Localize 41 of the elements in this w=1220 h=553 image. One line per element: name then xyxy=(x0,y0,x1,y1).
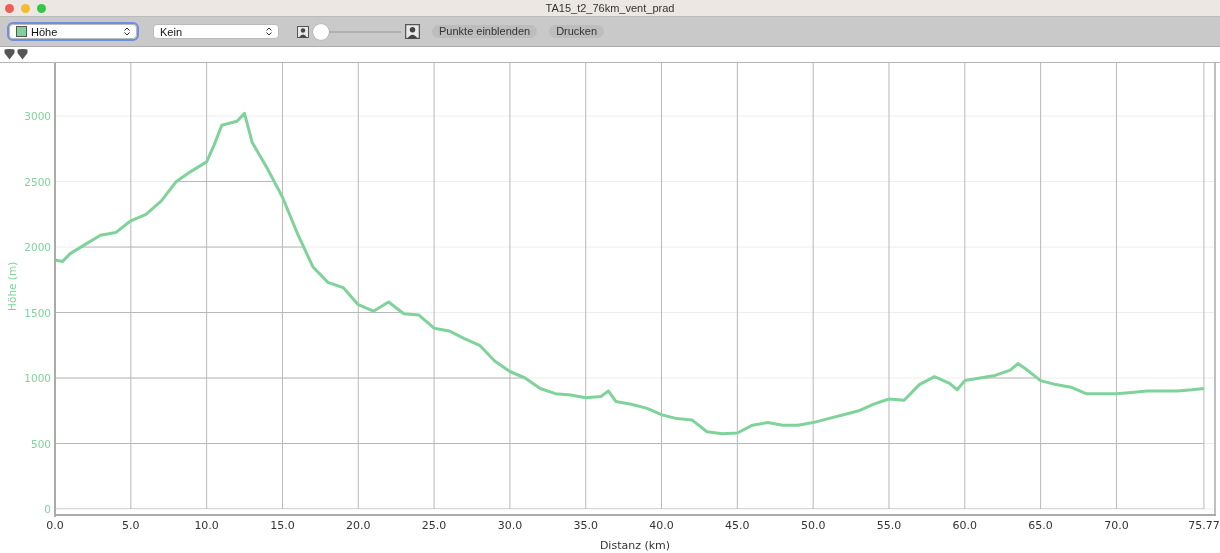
x-tick-label: 5.0 xyxy=(122,519,140,532)
x-axis-title: Distanz (km) xyxy=(599,539,671,552)
x-tick-label: 35.0 xyxy=(573,519,598,532)
person-icon xyxy=(405,24,420,39)
x-tick-label: 40.0 xyxy=(649,519,674,532)
window-title: TA15_t2_76km_vent_prad xyxy=(545,2,675,14)
marker-icon[interactable] xyxy=(17,49,28,60)
x-tick-label: 0.0 xyxy=(46,519,64,532)
x-tick-label: 45.0 xyxy=(725,519,750,532)
y-tick-label: 1500 xyxy=(24,306,51,319)
close-button[interactable] xyxy=(5,3,14,13)
y-tick-label: 2000 xyxy=(24,241,51,254)
y-tick-label: 0 xyxy=(44,503,51,515)
chevron-icon xyxy=(124,27,130,36)
y-tick-label: 2500 xyxy=(24,175,51,188)
toolbar-button[interactable]: Drucken xyxy=(549,25,605,38)
y-tick-label: 500 xyxy=(30,437,51,450)
y-axis-title: Höhe (m) xyxy=(6,261,18,311)
person-icon xyxy=(297,25,309,38)
x-tick-label: 65.0 xyxy=(1028,519,1053,532)
zoom-button[interactable] xyxy=(37,3,46,13)
toolbar-button[interactable]: Punkte einblenden xyxy=(432,25,538,38)
series-dropdown[interactable]: Höhe xyxy=(9,24,137,39)
x-tick-label: 20.0 xyxy=(346,519,371,532)
x-tick-label: 10.0 xyxy=(194,519,219,532)
x-tick-label: 75.77 xyxy=(1188,519,1220,532)
slider-thumb[interactable] xyxy=(313,23,329,40)
x-tick-label: 30.0 xyxy=(497,519,523,532)
overlay-dropdown[interactable]: Kein xyxy=(153,24,279,39)
y-tick-label: 3000 xyxy=(24,110,51,123)
x-tick-label: 55.0 xyxy=(876,519,902,532)
marker-icon[interactable] xyxy=(4,49,15,60)
y-tick-label: 1000 xyxy=(24,372,51,384)
zoom-slider[interactable] xyxy=(313,23,401,40)
minimize-button[interactable] xyxy=(21,3,30,13)
x-tick-label: 25.0 xyxy=(421,519,447,532)
x-tick-label: 70.0 xyxy=(1104,519,1129,532)
chevron-icon xyxy=(266,27,272,36)
x-tick-label: 15.0 xyxy=(270,519,295,532)
x-tick-label: 50.0 xyxy=(800,519,826,532)
x-tick-label: 60.0 xyxy=(952,519,978,532)
